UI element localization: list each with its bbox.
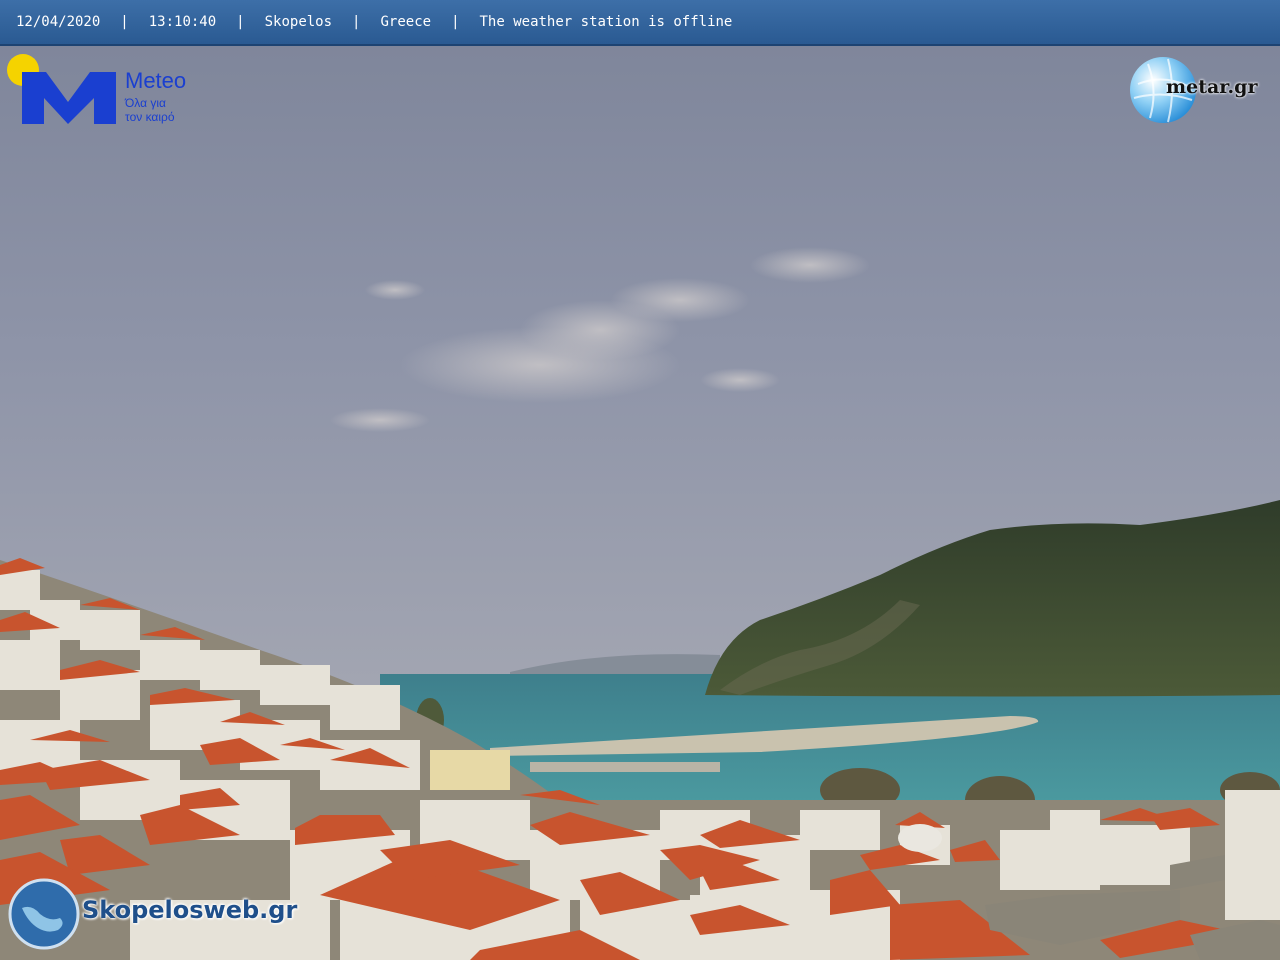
meteo-tagline: Όλα για τον καιρό <box>125 96 205 124</box>
location-text: Skopelos <box>264 14 333 30</box>
separator: | <box>451 14 460 30</box>
info-banner: 12/04/2020 | 13:10:40 | Skopelos | Greec… <box>0 0 1280 46</box>
meteo-title: Meteo <box>125 68 187 93</box>
chapel <box>898 824 942 852</box>
separator: | <box>120 14 129 30</box>
time-text: 13:10:40 <box>148 14 217 30</box>
island-icon <box>8 878 80 950</box>
separator: | <box>352 14 361 30</box>
meteo-tagline-line2: τον καιρό <box>125 110 175 124</box>
metar-text: metar.gr <box>1166 76 1258 98</box>
skopelosweb-text: Skopelosweb.gr <box>82 896 298 924</box>
country-text: Greece <box>380 14 432 30</box>
date-text: 12/04/2020 <box>16 14 101 30</box>
meteo-tagline-line1: Όλα για <box>125 96 166 110</box>
webcam-scene <box>0 0 1280 960</box>
separator: | <box>236 14 245 30</box>
status-text: The weather station is offline <box>479 14 733 30</box>
